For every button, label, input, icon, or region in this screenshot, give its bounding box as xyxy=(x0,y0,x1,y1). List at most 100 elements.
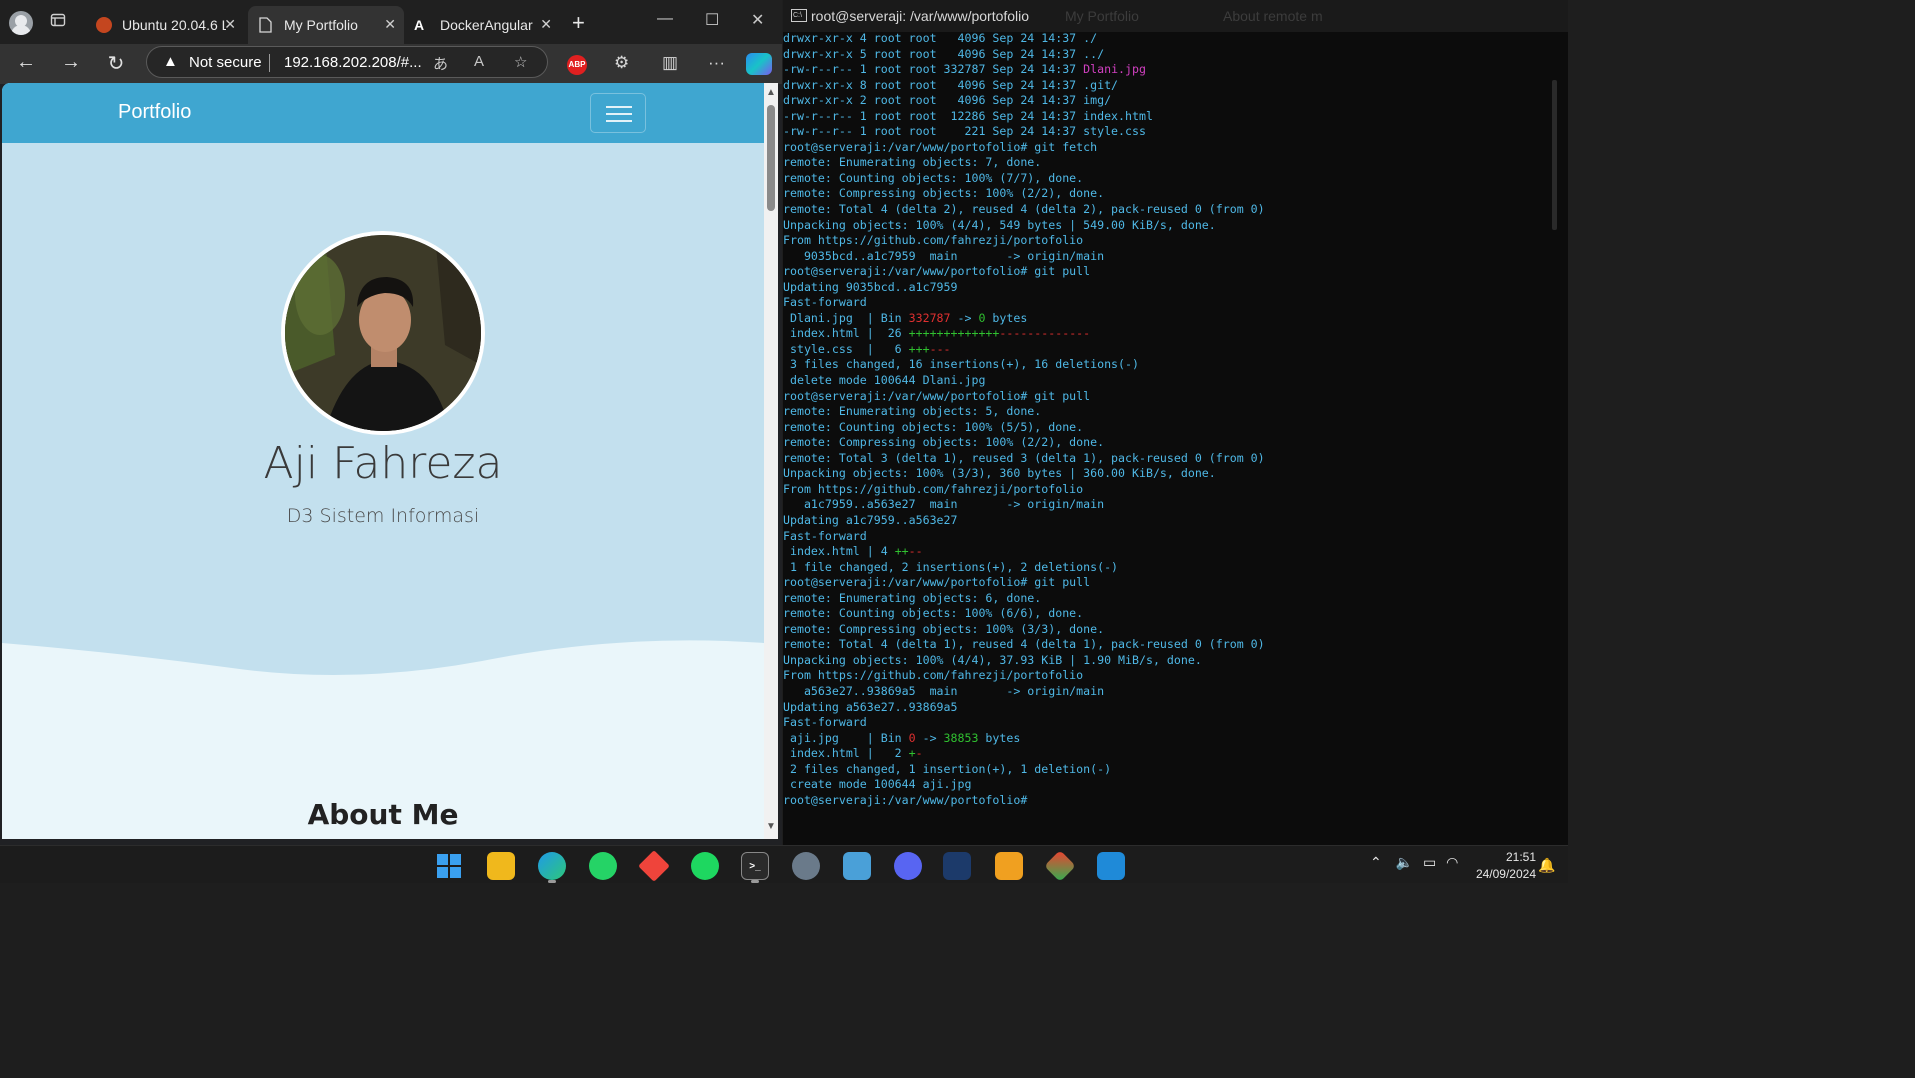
scroll-up-icon[interactable]: ▲ xyxy=(766,87,776,98)
terminal-line: drwxr-xr-x 4 root root 4096 Sep 24 14:37… xyxy=(783,31,1553,47)
split-screen-icon[interactable]: ▥ xyxy=(662,53,678,73)
file-explorer-icon[interactable] xyxy=(484,849,518,883)
terminal-line: style.css | 6 +++--- xyxy=(783,342,1553,358)
terminal-text: drwxr-xr-x 4 root root 4096 Sep 24 14:37… xyxy=(783,31,1098,45)
clock[interactable]: 21:51 24/09/2024 xyxy=(1466,849,1536,883)
battery-icon[interactable]: ▭ xyxy=(1423,854,1436,870)
terminal-text: Fast-forward xyxy=(783,715,867,730)
terminal-line: a563e27..93869a5 main -> origin/main xyxy=(783,684,1553,700)
close-icon[interactable]: ✕ xyxy=(224,16,236,33)
close-window-icon[interactable]: ✕ xyxy=(751,10,764,30)
settings-icon[interactable] xyxy=(789,849,823,883)
terminal-text: -rw-r--r-- 1 root root 332787 Sep 24 14:… xyxy=(783,62,1084,77)
terminal-text: 38853 xyxy=(943,730,979,745)
control-panel-icon[interactable] xyxy=(840,849,874,883)
whatsapp-icon[interactable] xyxy=(586,849,620,883)
terminal-text: drwxr-xr-x 5 root root 4096 Sep 24 14:37… xyxy=(783,46,1105,61)
terminal-text: +++++++++++++ xyxy=(908,326,1000,341)
terminal-line: Fast-forward xyxy=(783,295,1553,311)
translate-icon[interactable]: あ xyxy=(433,53,448,74)
terminal-text: Fast-forward xyxy=(783,528,867,543)
read-aloud-icon[interactable]: A xyxy=(474,53,484,70)
url-text[interactable]: 192.168.202.208/#... xyxy=(284,54,422,71)
tab-title: Ubuntu 20.04.6 LT xyxy=(122,17,226,33)
page-scrollbar[interactable]: ▲ ▼ xyxy=(764,83,778,839)
tab-docker-angular[interactable]: A DockerAngular ✕ xyxy=(404,6,560,44)
wifi-icon[interactable]: ◠ xyxy=(1446,854,1458,870)
terminal-text: From https://github.com/fahrezji/portofo… xyxy=(783,233,1084,248)
terminal-line: index.html | 4 ++-- xyxy=(783,544,1553,560)
terminal-text: drwxr-xr-x 8 root root 4096 Sep 24 14:37… xyxy=(783,77,1119,92)
extensions-icon[interactable]: ⚙ xyxy=(614,53,629,73)
terminal-text: Unpacking objects: 100% (4/4), 37.93 KiB… xyxy=(783,652,1202,667)
tab-my-portfolio[interactable]: My Portfolio ✕ xyxy=(248,6,404,44)
show-hidden-icon[interactable]: ⌃ xyxy=(1370,854,1382,870)
terminal-line: From https://github.com/fahrezji/portofo… xyxy=(783,482,1553,498)
terminal-line: -rw-r--r-- 1 root root 332787 Sep 24 14:… xyxy=(783,62,1553,78)
tab-ubuntu[interactable]: Ubuntu 20.04.6 LT ✕ xyxy=(86,6,244,44)
terminal-text: remote: Compressing objects: 100% (2/2),… xyxy=(783,435,1105,450)
close-icon[interactable]: ✕ xyxy=(540,16,552,33)
scrollbar-thumb[interactable] xyxy=(767,105,775,211)
terminal-line: remote: Compressing objects: 100% (3/3),… xyxy=(783,622,1553,638)
terminal-line: Updating 9035bcd..a1c7959 xyxy=(783,280,1553,296)
minimize-icon[interactable]: — xyxy=(657,10,673,28)
close-icon[interactable]: ✕ xyxy=(384,16,396,33)
system-tray[interactable]: ⌃ 🔈 ▭ ◠ xyxy=(1370,854,1458,871)
anydesk-icon[interactable] xyxy=(637,849,671,883)
sourcetree-icon[interactable] xyxy=(1043,849,1077,883)
terminal-text: 332787 xyxy=(908,310,951,325)
edge-icon[interactable] xyxy=(535,849,569,883)
profile-avatar-icon[interactable] xyxy=(9,11,33,35)
taskbar: >_ ⌃ 🔈 ▭ ◠ 21:51 24/09/2024 🔔 xyxy=(0,845,1568,883)
favorite-star-icon[interactable]: ☆ xyxy=(514,53,527,71)
site-navbar: Portfolio xyxy=(2,83,764,143)
profile-name: Aji Fahreza xyxy=(263,438,503,489)
terminal-text: remote: Counting objects: 100% (7/7), do… xyxy=(783,170,1084,185)
navbar-brand[interactable]: Portfolio xyxy=(118,101,191,124)
discord-icon[interactable] xyxy=(891,849,925,883)
address-bar[interactable]: ▲ Not secure 192.168.202.208/#... あ A ☆ xyxy=(146,46,548,78)
terminal-text: 0 xyxy=(908,730,916,745)
git-bash-icon[interactable] xyxy=(992,849,1026,883)
reload-icon[interactable]: ↻ xyxy=(102,51,130,76)
terminal-window[interactable]: C:\ root@serveraji: /var/www/portofolio … xyxy=(783,0,1568,845)
terminal-icon: C:\ xyxy=(791,9,807,22)
terminal-app-icon[interactable]: >_ xyxy=(738,849,772,883)
terminal-line: root@serveraji:/var/www/portofolio# xyxy=(783,793,1553,809)
volume-icon[interactable]: 🔈 xyxy=(1396,854,1413,870)
terminal-output[interactable]: drwxr-xr-x 4 root root 4096 Sep 24 14:37… xyxy=(783,31,1553,808)
navbar-toggle-button[interactable] xyxy=(590,93,646,133)
warning-triangle-icon[interactable]: ▲ xyxy=(163,53,178,70)
terminal-text: remote: Counting objects: 100% (6/6), do… xyxy=(783,606,1084,621)
terminal-text: bytes xyxy=(985,310,1028,325)
back-icon[interactable]: ← xyxy=(12,51,40,74)
terminal-text: Fast-forward xyxy=(783,295,867,310)
security-status[interactable]: Not secure xyxy=(189,54,262,71)
terminal-text: root@serveraji:/var/www/portofolio# xyxy=(783,792,1028,807)
terminal-line: remote: Compressing objects: 100% (2/2),… xyxy=(783,186,1553,202)
tab-title: My Portfolio xyxy=(284,17,358,33)
divider xyxy=(269,54,270,72)
maximize-icon[interactable]: ☐ xyxy=(705,10,719,30)
terminal-text: drwxr-xr-x 2 root root 4096 Sep 24 14:37… xyxy=(783,93,1112,108)
new-tab-icon[interactable]: + xyxy=(572,10,585,36)
terminal-text: From https://github.com/fahrezji/portofo… xyxy=(783,668,1084,683)
vscode-icon[interactable] xyxy=(1094,849,1128,883)
spotify-icon[interactable] xyxy=(688,849,722,883)
virtualbox-icon[interactable] xyxy=(940,849,974,883)
terminal-line: drwxr-xr-x 5 root root 4096 Sep 24 14:37… xyxy=(783,47,1553,63)
terminal-text: index.html | 26 xyxy=(783,326,909,341)
notification-bell-icon[interactable]: 🔔 xyxy=(1538,857,1555,874)
start-button[interactable] xyxy=(432,849,466,883)
tab-actions-icon[interactable] xyxy=(46,12,70,34)
terminal-line: Dlani.jpg | Bin 332787 -> 0 bytes xyxy=(783,311,1553,327)
more-menu-icon[interactable]: ··· xyxy=(708,53,725,73)
terminal-text: remote: Total 4 (delta 2), reused 4 (del… xyxy=(783,202,1265,217)
forward-icon[interactable]: → xyxy=(57,51,85,74)
terminal-text: Updating a563e27..93869a5 xyxy=(783,699,958,714)
terminal-scrollbar[interactable] xyxy=(1552,80,1557,230)
scroll-down-icon[interactable]: ▼ xyxy=(766,821,776,832)
adblock-plus-icon[interactable]: ABP xyxy=(567,55,587,75)
copilot-icon[interactable] xyxy=(746,53,772,75)
